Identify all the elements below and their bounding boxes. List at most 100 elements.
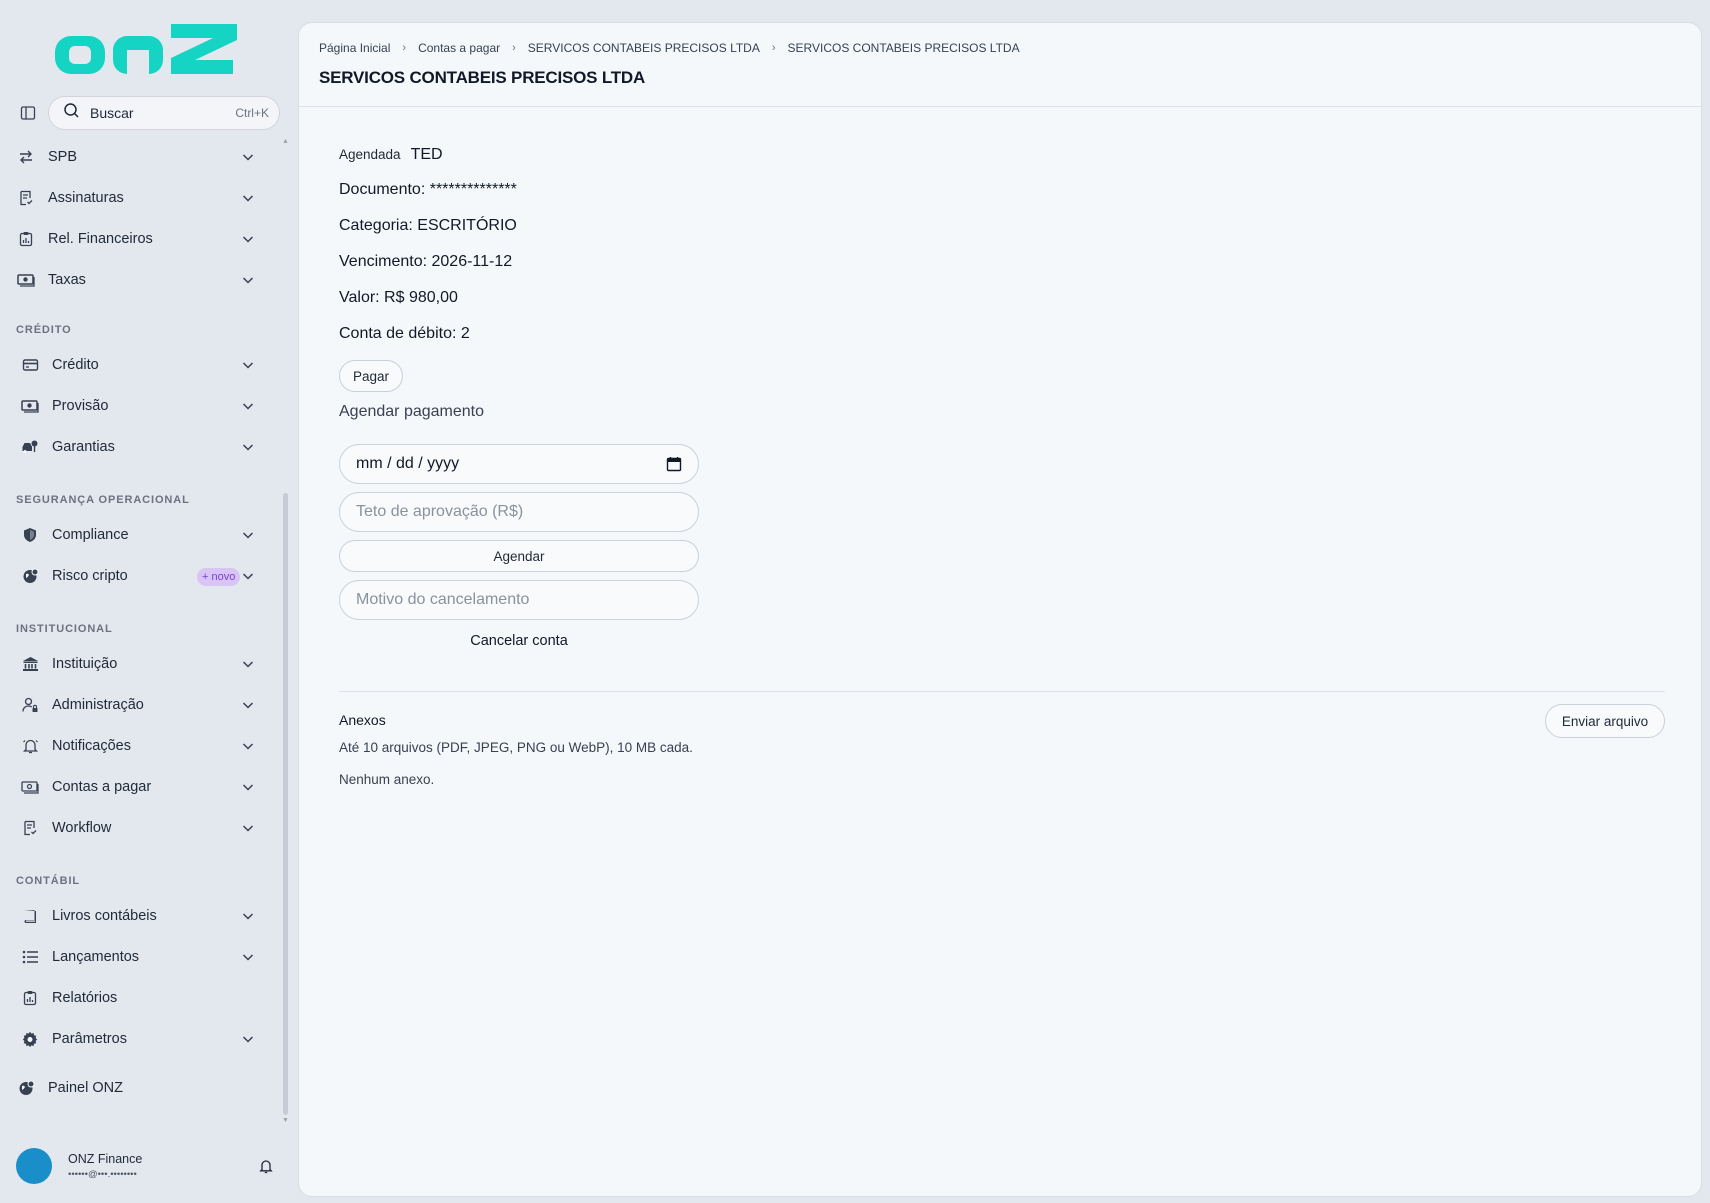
bank-icon — [20, 654, 40, 674]
sidebar-item-label: Parâmetros — [52, 1031, 127, 1047]
search-label: Buscar — [90, 105, 134, 121]
sidebar-item-label: Taxas — [48, 272, 86, 288]
attachments-title: Anexos — [339, 712, 386, 728]
sidebar-nav: SPB Assinaturas Rel. Financeiros Taxas C… — [0, 138, 295, 1128]
chevron-down-icon — [242, 403, 254, 410]
cash-icon — [20, 777, 40, 797]
user-name: ONZ Finance — [68, 1152, 143, 1166]
user-email: ••••••@•••.•••••••• — [68, 1169, 137, 1180]
sidebar-item-label: Risco cripto — [52, 568, 128, 584]
upload-file-button[interactable]: Enviar arquivo — [1545, 704, 1665, 738]
schedule-button[interactable]: Agendar — [339, 540, 699, 572]
sidebar-item-label: Assinaturas — [48, 190, 124, 206]
sidebar-item-instituicao[interactable]: Instituição — [0, 645, 272, 683]
breadcrumb-current: SERVICOS CONTABEIS PRECISOS LTDA — [787, 41, 1020, 55]
scroll-down-arrow[interactable]: ▼ — [282, 1117, 289, 1124]
gear-icon — [20, 1029, 40, 1049]
sidebar-item-label: Livros contábeis — [52, 908, 157, 924]
bell-icon[interactable] — [258, 1158, 274, 1174]
pay-button[interactable]: Pagar — [339, 360, 403, 392]
sidebar-item-label: Instituição — [52, 656, 118, 672]
sidebar-item-garantias[interactable]: Garantias — [0, 428, 272, 466]
sidebar-toggle-icon[interactable] — [18, 103, 38, 123]
sidebar-item-rel-financeiros[interactable]: Rel. Financeiros — [0, 220, 272, 258]
bell-icon — [20, 736, 40, 756]
section-title-institucional: INSTITUCIONAL — [16, 623, 113, 635]
document-check-icon — [20, 818, 40, 838]
sidebar-item-contas-a-pagar[interactable]: Contas a pagar — [0, 768, 272, 806]
main-panel: Página Inicial › Contas a pagar › SERVIC… — [298, 22, 1702, 1197]
chevron-down-icon — [242, 825, 254, 832]
sidebar-item-lancamentos[interactable]: Lançamentos — [0, 938, 272, 976]
breadcrumb-home[interactable]: Página Inicial — [319, 41, 390, 55]
page-header: Página Inicial › Contas a pagar › SERVIC… — [299, 23, 1701, 107]
scroll-up-arrow[interactable]: ▲ — [282, 138, 289, 145]
chevron-down-icon — [242, 954, 254, 961]
sidebar-item-livros-contabeis[interactable]: Livros contábeis — [0, 897, 272, 935]
chevron-down-icon — [242, 236, 254, 243]
sidebar-item-relatorios[interactable]: Relatórios — [0, 979, 272, 1017]
chevron-right-icon: › — [771, 42, 776, 54]
sidebar-item-compliance[interactable]: Compliance — [0, 516, 272, 554]
chevron-down-icon — [242, 1036, 254, 1043]
credit-card-icon — [20, 355, 40, 375]
sidebar-scrollbar[interactable] — [283, 493, 288, 1115]
clipboard-chart-icon — [16, 229, 36, 249]
sidebar-item-provisao[interactable]: Provisão — [0, 387, 272, 425]
sidebar-item-credito[interactable]: Crédito — [0, 346, 272, 384]
sidebar-item-painel-onz[interactable]: Painel ONZ — [0, 1069, 272, 1107]
due-date-field: Vencimento: 2026-11-12 — [339, 253, 513, 270]
chevron-down-icon — [242, 784, 254, 791]
sidebar-item-notificacoes[interactable]: Notificações — [0, 727, 272, 765]
chevron-down-icon — [242, 532, 254, 539]
sidebar-item-label: Relatórios — [52, 990, 118, 1006]
section-title-credito: CRÉDITO — [16, 324, 72, 336]
avatar[interactable] — [16, 1148, 52, 1184]
calendar-icon[interactable] — [666, 456, 682, 472]
globe-icon — [20, 566, 40, 586]
breadcrumb-supplier[interactable]: SERVICOS CONTABEIS PRECISOS LTDA — [528, 41, 760, 55]
sidebar-item-taxas[interactable]: Taxas — [0, 261, 272, 299]
document-check-icon — [16, 188, 36, 208]
sidebar-item-administracao[interactable]: Administração — [0, 686, 272, 724]
category-field: Categoria: ESCRITÓRIO — [339, 217, 517, 234]
sidebar-item-label: Compliance — [52, 527, 129, 543]
sidebar-item-assinaturas[interactable]: Assinaturas — [0, 179, 272, 217]
attachments-empty: Nenhum anexo. — [339, 772, 435, 787]
approval-ceiling-input[interactable]: Teto de aprovação (R$) — [339, 492, 699, 532]
onz-logo[interactable] — [55, 22, 237, 76]
sidebar-item-workflow[interactable]: Workflow — [0, 809, 272, 847]
globe-icon — [16, 1078, 36, 1098]
sidebar-item-label: Provisão — [52, 398, 109, 414]
section-title-seguranca: SEGURANÇA OPERACIONAL — [16, 494, 190, 506]
sidebar-item-label: Lançamentos — [52, 949, 140, 965]
chevron-down-icon — [242, 362, 254, 369]
sidebar-item-parametros[interactable]: Parâmetros — [0, 1020, 272, 1058]
clipboard-icon — [20, 988, 40, 1008]
chevron-right-icon: › — [402, 42, 407, 54]
schedule-date-input[interactable]: mm / dd / yyyy — [339, 444, 699, 484]
page-title: SERVICOS CONTABEIS PRECISOS LTDA — [319, 68, 646, 87]
sidebar-item-label: Painel ONZ — [48, 1080, 123, 1096]
chevron-down-icon — [242, 277, 254, 284]
sidebar-item-risco-cripto[interactable]: Risco cripto + novo — [0, 557, 272, 595]
breadcrumb-contas-a-pagar[interactable]: Contas a pagar — [418, 41, 500, 55]
chevron-right-icon: › — [512, 42, 516, 54]
sidebar: Buscar Ctrl+K SPB Assinaturas Rel. Finan… — [0, 0, 295, 1203]
shield-icon — [20, 525, 40, 545]
chevron-down-icon — [242, 573, 254, 580]
chevron-down-icon — [242, 195, 254, 202]
amount-field: Valor: R$ 980,00 — [339, 289, 458, 306]
cancel-account-button[interactable]: Cancelar conta — [339, 633, 699, 657]
chevron-down-icon — [242, 661, 254, 668]
cancel-reason-input[interactable]: Motivo do cancelamento — [339, 580, 699, 620]
search-input[interactable]: Buscar Ctrl+K — [48, 96, 280, 130]
sidebar-item-spb[interactable]: SPB — [0, 138, 272, 176]
payment-method: TED — [410, 146, 443, 163]
breadcrumb: Página Inicial › Contas a pagar › SERVIC… — [319, 41, 1020, 55]
attachments-hint: Até 10 arquivos (PDF, JPEG, PNG ou WebP)… — [339, 740, 693, 755]
sidebar-item-label: Administração — [52, 697, 144, 713]
section-title-contabil: CONTÁBIL — [16, 875, 81, 887]
schedule-heading: Agendar pagamento — [339, 403, 484, 420]
user-profile[interactable]: ONZ Finance ••••••@•••.•••••••• — [14, 1146, 284, 1186]
